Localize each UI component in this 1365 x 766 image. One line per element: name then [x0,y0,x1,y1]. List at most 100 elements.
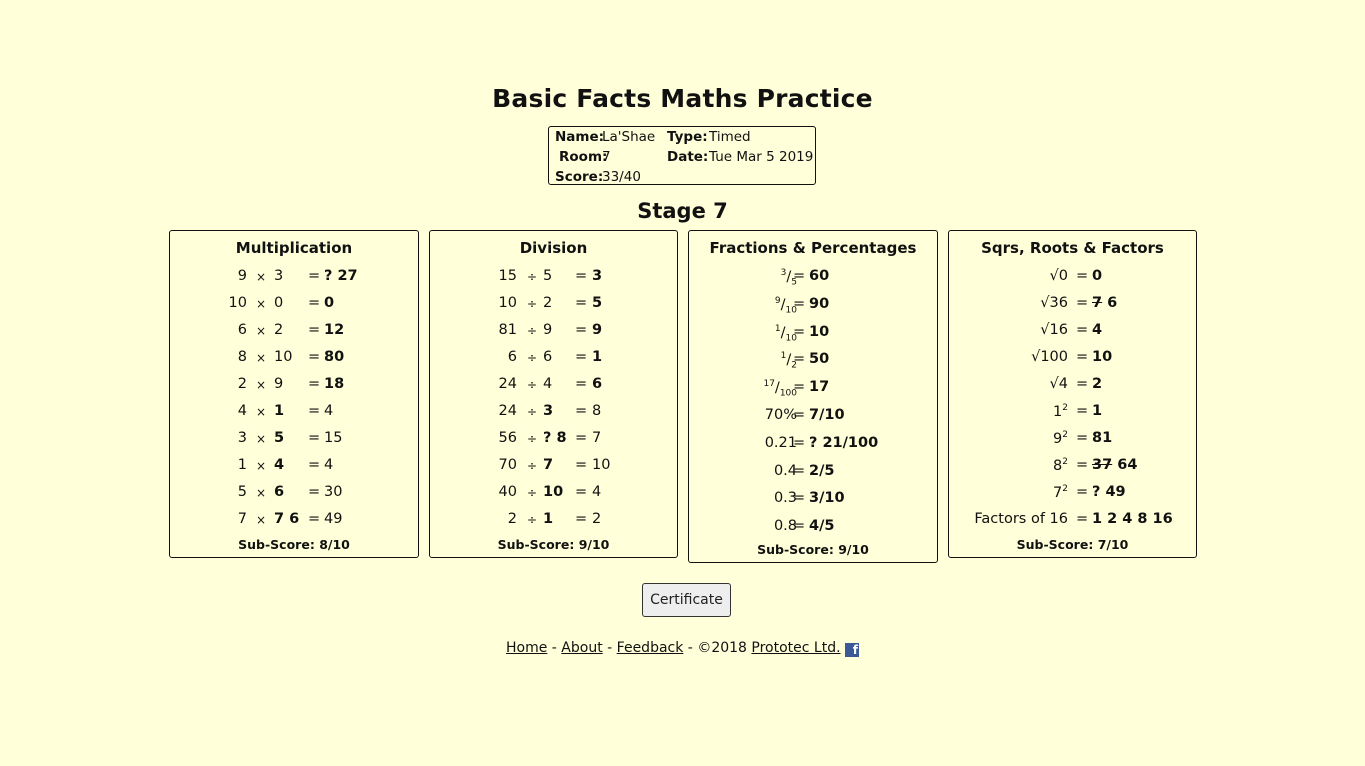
equals: = [1076,430,1089,446]
equals: = [308,484,321,500]
equation-row: 17/100 = 17 [689,379,937,399]
copyright: ©2018 [697,640,747,656]
answer: 0 [324,295,335,311]
answer: 60 [809,268,830,284]
equals: = [1076,349,1089,365]
operator: ÷ [527,432,538,446]
operand-a: 10 [498,295,517,311]
answer: 4 [592,484,602,500]
room-value: 7 [602,149,611,165]
equation-row: 70% = 7/10 [689,407,937,427]
operand-b: 4 [274,457,285,473]
operator: × [256,405,267,419]
equation-row: √100 = 10 [949,349,1196,369]
operand-b-answer: 7 [274,511,285,527]
equals: = [575,511,588,527]
subscore-value: 7/10 [1097,537,1129,552]
question: √0 [1049,268,1068,284]
certificate-button[interactable]: Certificate [642,583,731,617]
answer: 3/10 [809,490,845,507]
operand-b: 10 [274,349,293,365]
question: √16 [1040,322,1068,338]
feedback-link[interactable]: Feedback [617,640,684,656]
equation-row: 82 = 37 64 [949,457,1196,477]
equation-row: √16 = 4 [949,322,1196,342]
equals: = [575,349,588,365]
type-value: Timed [709,129,751,145]
operand-b: 2 [543,295,553,311]
answer: 7/10 [809,407,845,423]
equation-row: √36 = 7 6 [949,295,1196,315]
answer: 1 [592,349,603,365]
equation-row: 6 × 2 = 12 [170,322,418,342]
equation-row: 70 ÷ 7 = 10 [430,457,677,477]
answer: 5 [592,295,603,311]
equals: = [1076,322,1089,338]
about-link[interactable]: About [561,640,602,656]
operator: × [256,432,267,446]
home-link[interactable]: Home [506,640,547,656]
equals: = [1076,295,1089,311]
exponent: 2 [1062,457,1068,467]
answer: 80 [324,349,345,365]
correct-answer: 6 [1107,295,1118,311]
exponent: 2 [1062,484,1068,494]
equals: = [575,457,588,473]
equation-row: 7 × 7 6 = 49 [170,511,418,531]
equation-row: 9 × 3 =? 27 [170,268,418,288]
facebook-icon[interactable]: f [845,643,859,657]
equation-row: 0.4 = 2/5 [689,463,937,483]
operand-b: 3 [274,268,284,284]
answer: 37 64 [1092,457,1137,473]
operand-a: 15 [498,268,517,284]
panel-title: Fractions & Percentages [709,239,917,257]
stage-heading: Stage 7 [637,199,728,223]
answer: 4 [324,403,334,419]
wrong-answer: 37 [1092,457,1113,473]
equals: = [793,518,806,535]
operand-a: 81 [498,322,517,338]
question: √4 [1049,376,1068,392]
equals: = [308,322,321,338]
equals: = [308,457,321,473]
question: 17/100 [763,379,797,399]
answer: 2 [592,511,602,527]
operand-b: 5 [543,268,553,284]
equals: = [793,462,806,479]
equation-row: 10 ÷ 2 = 5 [430,295,677,315]
date-label: Date: [667,149,709,165]
equation-row: 2 × 9 = 18 [170,376,418,396]
equals: = [1076,457,1089,473]
equals: = [793,268,806,284]
operand-b: 6 [543,349,553,365]
answer: ? 27 [324,268,358,284]
roots-panel: Sqrs, Roots & Factors √0 = 0 √36 = 7 6 √16 = 4 √1… [948,230,1197,558]
answer: 30 [324,484,343,500]
equation-row: 15 ÷ 5 = 3 [430,268,677,288]
answer: 1 2 4 8 16 [1092,511,1173,527]
answer: 9 [592,322,603,338]
answer: 4 [1092,322,1103,338]
fractions-panel: Fractions & Percentages 3/5 = 60 9/10 = 90 1/1… [688,230,938,563]
operator: ÷ [527,486,538,500]
subscore-label: Sub-Score: [238,537,315,552]
equation-row: 81 ÷ 9 = 9 [430,322,677,342]
equals: = [793,407,806,423]
equals: = [1076,403,1089,419]
equation-row: 24 ÷ 3 = 8 [430,403,677,423]
equals: = [793,351,806,368]
subscore-value: 8/10 [319,537,350,552]
room-label: Room: [559,149,608,165]
operand-b: 0 [274,295,284,311]
subscore-label: Sub-Score: [497,537,575,552]
equation-row: 8 × 10 = 80 [170,349,418,369]
separator: - [607,640,613,656]
operand-a: 6 [507,349,517,365]
operator: × [256,270,267,284]
question: √36 [1040,295,1068,311]
company-link[interactable]: Prototec Ltd. [751,640,840,656]
equation-row: √0 = 0 [949,268,1196,288]
answer: 12 [324,322,345,338]
operator: × [256,378,267,392]
operand-a: 1 [237,457,247,473]
